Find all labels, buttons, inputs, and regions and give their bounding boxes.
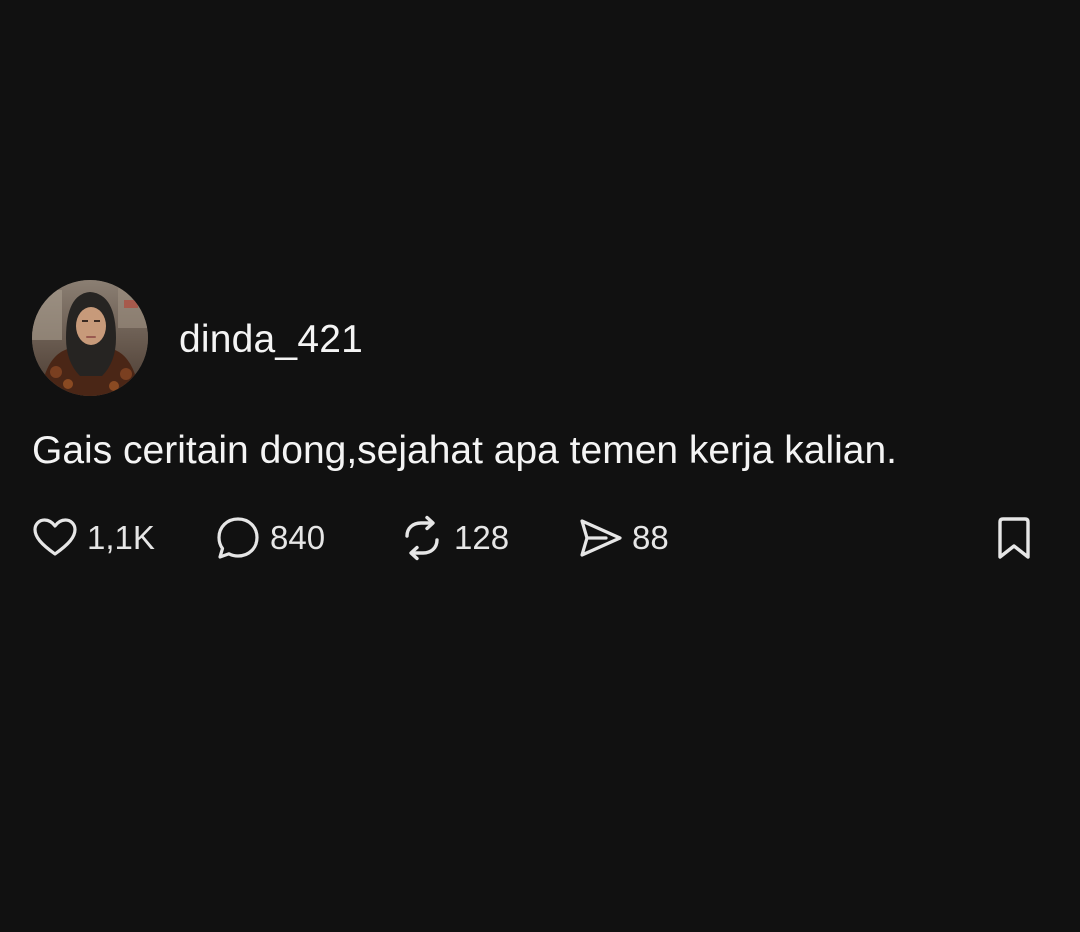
speech-bubble-icon — [214, 514, 262, 562]
post-card: dinda_421 Gais ceritain dong,sejahat apa… — [0, 0, 1080, 932]
comment-button[interactable]: 840 — [214, 510, 325, 566]
avatar-photo — [32, 280, 148, 396]
share-count: 88 — [632, 519, 669, 556]
like-button[interactable]: 1,1K — [31, 510, 155, 566]
share-button[interactable]: 88 — [576, 510, 669, 566]
repost-icon — [398, 514, 446, 562]
post-text: Gais ceritain dong,sejahat apa temen ker… — [32, 429, 898, 472]
username[interactable]: dinda_421 — [179, 318, 363, 362]
like-count: 1,1K — [87, 519, 155, 556]
bookmark-icon — [990, 514, 1038, 562]
paper-plane-icon — [576, 514, 624, 562]
repost-button[interactable]: 128 — [398, 510, 509, 566]
repost-count: 128 — [454, 519, 510, 556]
avatar[interactable] — [32, 280, 148, 396]
heart-icon — [31, 514, 79, 562]
comment-count: 840 — [270, 519, 326, 556]
bookmark-button[interactable] — [990, 510, 1038, 566]
action-bar: 1,1K 840 128 88 — [0, 510, 1080, 566]
